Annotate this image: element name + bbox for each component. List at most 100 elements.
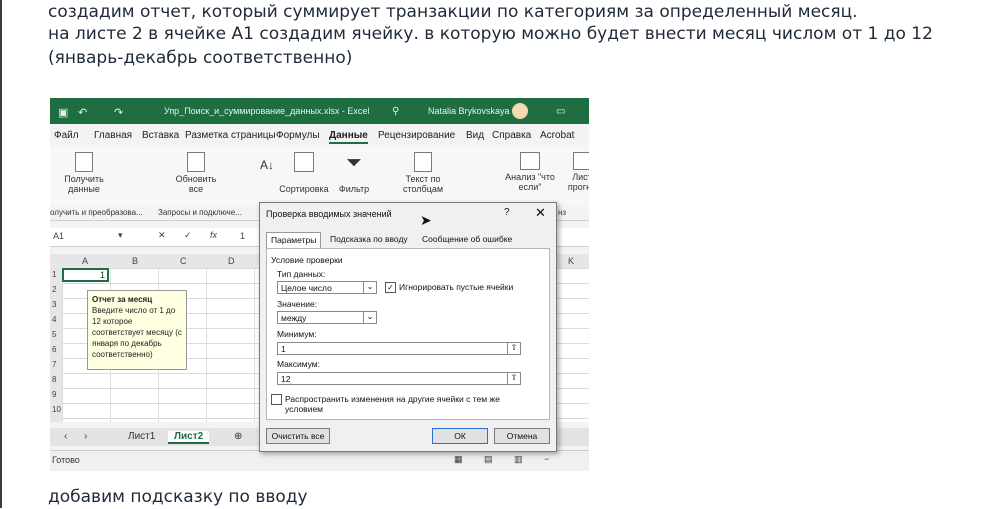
- text-to-columns-button[interactable]: Текст по столбцам: [398, 152, 448, 194]
- normal-view-icon[interactable]: ▦: [454, 454, 463, 465]
- status-bar: Готово ▦ ▤ ▥ −: [50, 450, 589, 471]
- tab-acrobat[interactable]: Acrobat: [540, 130, 574, 141]
- minimum-label: Минимум:: [277, 329, 317, 339]
- get-data-label: Получить: [64, 174, 104, 184]
- data-type-label: Тип данных:: [277, 269, 326, 279]
- row-10[interactable]: 10: [52, 405, 61, 414]
- enter-icon[interactable]: ✓: [184, 230, 192, 241]
- ignore-blank-checkbox[interactable]: ✓: [385, 282, 396, 293]
- formula-input[interactable]: 1: [240, 231, 245, 241]
- col-b[interactable]: B: [132, 256, 138, 266]
- sort-icon: [294, 152, 314, 172]
- undo-icon[interactable]: ↶: [78, 106, 87, 119]
- tab-home[interactable]: Главная: [94, 130, 132, 141]
- dialog-title: Проверка вводимых значений: [266, 209, 392, 219]
- sort-button[interactable]: Сортировка: [276, 152, 332, 194]
- group-forecast: нз: [558, 208, 567, 217]
- value-label: Значение:: [277, 299, 318, 309]
- text-columns-label-2: столбцам: [402, 184, 444, 194]
- row-8[interactable]: 8: [52, 375, 56, 384]
- sheet-tab-1[interactable]: Лист1: [128, 431, 155, 442]
- ok-button[interactable]: ОК: [432, 428, 488, 444]
- excel-title-bar: ▣ ↶ ↷ Упр_Поиск_и_суммирование_данных.xl…: [50, 98, 589, 124]
- clear-all-button[interactable]: Очистить все: [266, 428, 330, 444]
- zoom-out-icon[interactable]: −: [544, 454, 549, 464]
- forecast-button[interactable]: Лист прогно: [562, 152, 589, 192]
- get-data-button[interactable]: Получить данные: [58, 152, 110, 194]
- tab-file[interactable]: Файл: [54, 130, 79, 141]
- row-headers: 1 2 3 4 5 6 7 8 9 10: [50, 268, 62, 422]
- refresh-all-button[interactable]: Обновить все: [170, 152, 222, 194]
- paragraph-input-message: добавим подсказку по вводу: [48, 487, 308, 507]
- ribbon-display-icon[interactable]: ▭: [556, 106, 565, 117]
- group-get-transform: олучить и преобразова...: [50, 208, 143, 217]
- tab-help[interactable]: Справка: [492, 130, 531, 141]
- what-if-button[interactable]: Анализ "что если": [500, 152, 560, 192]
- apply-all-checkbox[interactable]: [271, 394, 282, 405]
- minimum-input[interactable]: 1 ⇧: [277, 342, 521, 355]
- cancel-icon[interactable]: ✕: [158, 230, 166, 241]
- tab-insert[interactable]: Вставка: [142, 130, 179, 141]
- sheet-next-icon[interactable]: ›: [84, 431, 87, 442]
- search-icon[interactable]: ⚲: [392, 106, 399, 117]
- window-title: Упр_Поиск_и_суммирование_данных.xlsx - E…: [164, 106, 370, 116]
- maximum-value: 12: [281, 374, 291, 384]
- name-box[interactable]: A1: [53, 231, 64, 241]
- row-3[interactable]: 3: [52, 300, 56, 309]
- col-k[interactable]: K: [568, 256, 574, 266]
- page-layout-icon[interactable]: ▤: [484, 454, 493, 465]
- row-6[interactable]: 6: [52, 345, 56, 354]
- cancel-button[interactable]: Отмена: [494, 428, 550, 444]
- tab-review[interactable]: Рецензирование: [378, 130, 455, 141]
- add-sheet-icon[interactable]: ⊕: [234, 431, 242, 442]
- group-queries: Запросы и подключе...: [158, 208, 242, 217]
- maximum-input[interactable]: 12 ⇧: [277, 372, 521, 385]
- col-a[interactable]: A: [82, 256, 88, 266]
- page-break-icon[interactable]: ▥: [514, 454, 523, 465]
- tab-input-message[interactable]: Подсказка по вводу: [326, 232, 412, 247]
- paragraph-cell-a1: на листе 2 в ячейке А1 создадим ячейку. …: [48, 24, 933, 68]
- namebox-dropdown-icon[interactable]: ▾: [118, 230, 123, 241]
- tab-formulas[interactable]: Формулы: [276, 130, 320, 141]
- range-select-icon[interactable]: ⇧: [507, 342, 520, 355]
- tab-error-alert[interactable]: Сообщение об ошибке: [418, 232, 516, 247]
- col-d[interactable]: D: [228, 256, 235, 266]
- help-icon[interactable]: ?: [504, 207, 510, 218]
- col-c[interactable]: C: [180, 256, 187, 266]
- minimum-value: 1: [281, 344, 286, 354]
- text-columns-label: Текст по: [405, 174, 441, 184]
- data-type-select[interactable]: Целое число ⌄: [277, 281, 377, 294]
- row-5[interactable]: 5: [52, 330, 56, 339]
- row-1[interactable]: 1: [52, 270, 56, 279]
- close-icon[interactable]: ✕: [535, 205, 546, 221]
- tooltip-body: Введите число от 1 до 12 которое соответ…: [92, 306, 182, 359]
- forecast-icon: [573, 152, 589, 170]
- refresh-label: Обновить: [175, 174, 217, 184]
- tab-data[interactable]: Данные: [329, 130, 368, 144]
- row-9[interactable]: 9: [52, 390, 56, 399]
- sheet-prev-icon[interactable]: ‹: [64, 431, 67, 442]
- chevron-down-icon: ⌄: [363, 281, 376, 294]
- left-border: [0, 0, 2, 508]
- tooltip-title: Отчет за месяц: [92, 295, 153, 304]
- settings-panel: Условие проверки Тип данных: Целое число…: [266, 248, 550, 420]
- function-icon[interactable]: fx: [210, 230, 217, 240]
- value-select[interactable]: между ⌄: [277, 311, 377, 324]
- redo-icon[interactable]: ↷: [114, 106, 123, 119]
- filter-button[interactable]: ⏷ Фильтр: [336, 152, 372, 194]
- tab-page-layout[interactable]: Разметка страницы: [185, 130, 276, 141]
- save-icon[interactable]: ▣: [58, 106, 68, 119]
- cell-a1[interactable]: 1: [62, 268, 109, 282]
- row-4[interactable]: 4: [52, 315, 56, 324]
- row-7[interactable]: 7: [52, 360, 56, 369]
- tab-settings[interactable]: Параметры: [266, 232, 322, 248]
- input-message-tooltip: Отчет за месяц Введите число от 1 до 12 …: [87, 290, 187, 370]
- ribbon: Получить данные Обновить все A↓ Сортиров…: [50, 146, 589, 206]
- forecast-label-2: прогно: [567, 182, 589, 192]
- sheet-tab-2[interactable]: Лист2: [168, 431, 210, 444]
- tab-view[interactable]: Вид: [466, 130, 484, 141]
- range-select-icon[interactable]: ⇧: [507, 372, 520, 385]
- row-2[interactable]: 2: [52, 285, 56, 294]
- avatar[interactable]: [512, 103, 528, 119]
- sort-az-icon[interactable]: A↓: [260, 159, 274, 171]
